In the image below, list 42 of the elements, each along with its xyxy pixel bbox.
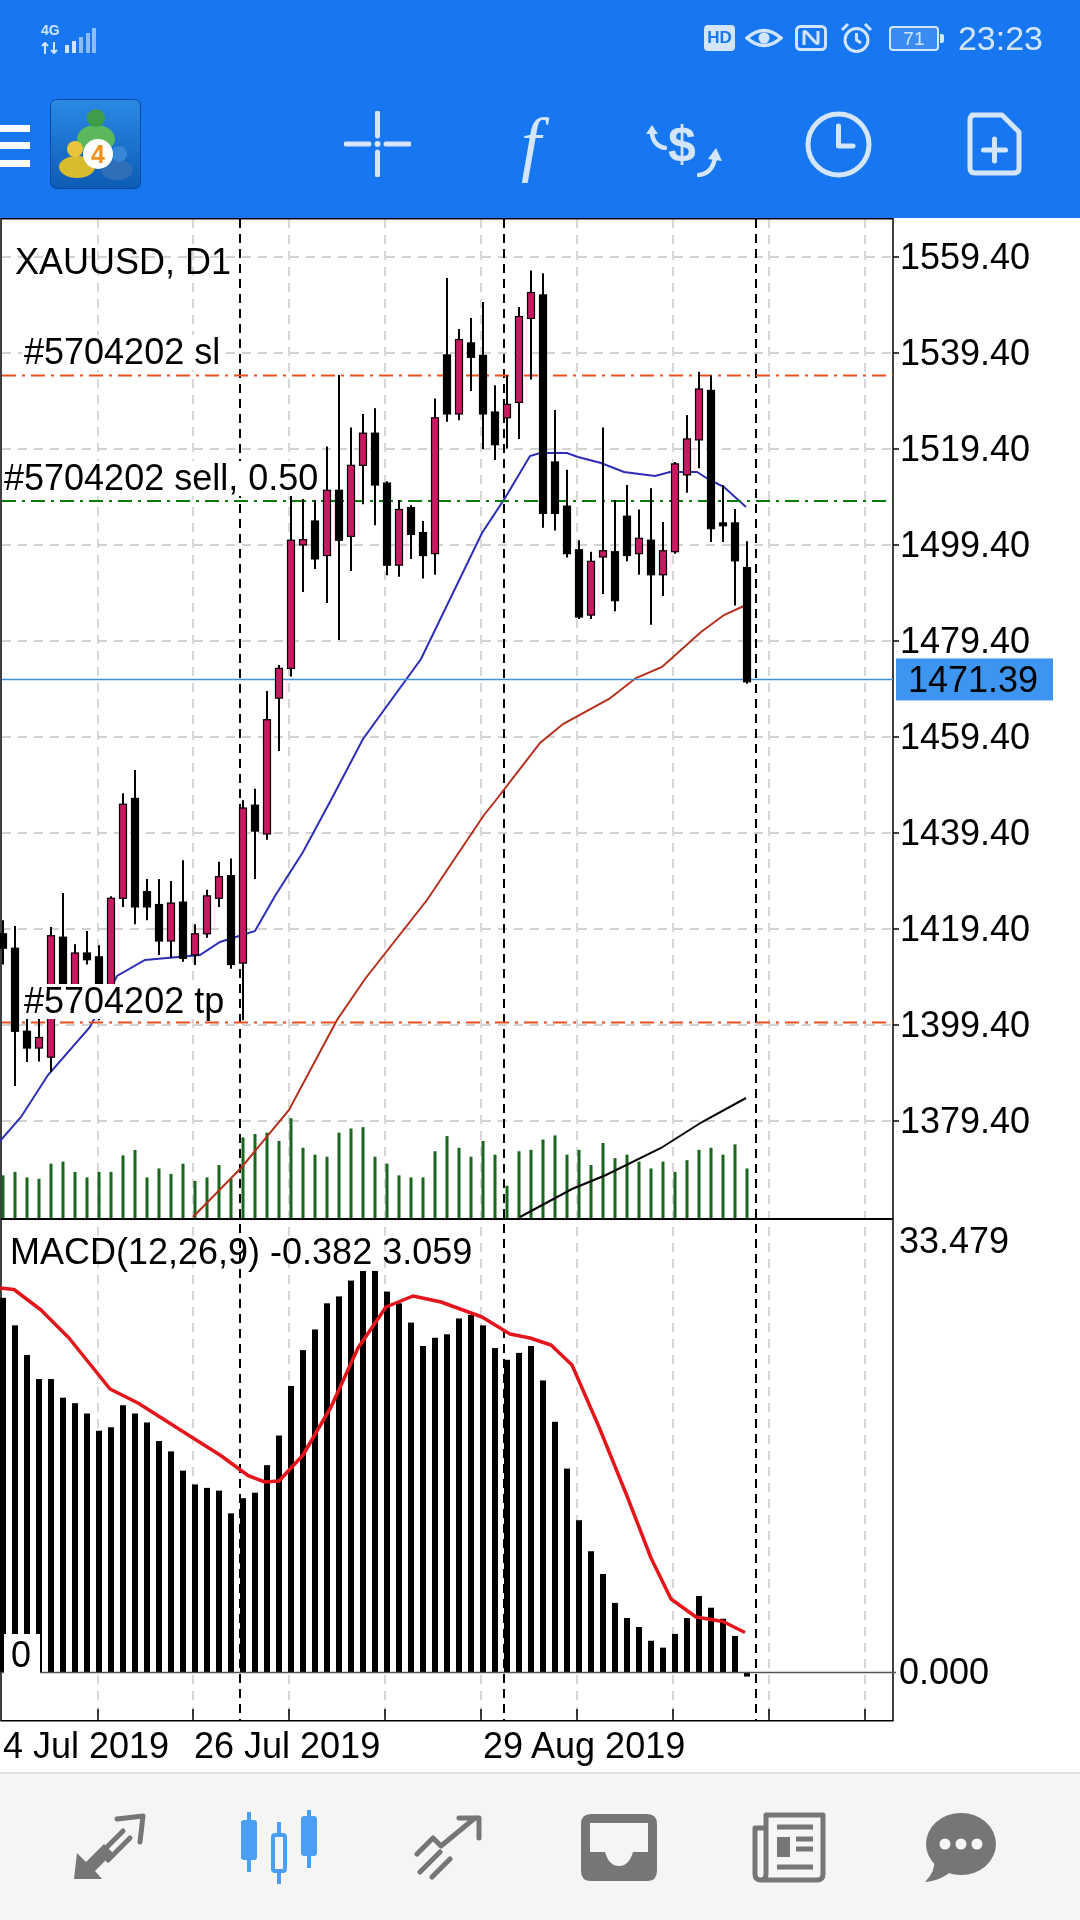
network-type-label: 4G: [41, 22, 60, 37]
crosshair-icon[interactable]: [344, 111, 411, 177]
menu-icon[interactable]: [0, 125, 30, 167]
price-axis-label: 1439.40: [900, 812, 1031, 853]
date-axis-label: 26 Jul 2019: [194, 1725, 381, 1766]
price-axis-label: 1519.40: [900, 428, 1031, 469]
indicator-axis-label: 0.000: [899, 1651, 990, 1692]
indicators-button[interactable]: f: [499, 102, 563, 186]
curved-arrow-icon: [696, 147, 722, 177]
hd-badge: HD: [704, 25, 735, 51]
alarm-icon: [839, 22, 873, 54]
chart-symbol-label: XAUUSD, D1: [15, 241, 232, 282]
price-axis-label: 1399.40: [900, 1004, 1031, 1045]
signal-icon: [65, 27, 96, 53]
eye-icon: [744, 26, 783, 50]
candlestick-icon[interactable]: [240, 1810, 318, 1884]
new-document-icon[interactable]: [966, 112, 1022, 176]
indicator-axis-label: 33.479: [899, 1220, 1010, 1261]
data-arrows-icon: [41, 41, 61, 54]
zero-value-tag: 0: [4, 1634, 40, 1675]
inbox-icon[interactable]: [581, 1813, 657, 1881]
date-axis-label: 4 Jul 2019: [3, 1725, 170, 1766]
curved-arrow-icon: [646, 123, 667, 150]
nfc-icon: [794, 25, 827, 51]
newspaper-icon[interactable]: [750, 1810, 828, 1884]
app-logo: 4: [50, 99, 141, 189]
indicator-title: MACD(12,26,9) -0.382 3.059: [10, 1231, 473, 1272]
price-axis-label: 1499.40: [900, 524, 1031, 565]
clock-icon[interactable]: [804, 110, 872, 178]
price-axis-label: 1479.40: [900, 620, 1031, 661]
price-axis-label: 1559.40: [900, 236, 1031, 277]
price-axis-label: 1419.40: [900, 908, 1031, 949]
trade-button[interactable]: $: [646, 111, 722, 177]
price-axis-label: 1539.40: [900, 332, 1031, 373]
current-price-tag: 1471.39: [896, 658, 1053, 701]
price-axis-label: 1379.40: [900, 1100, 1031, 1141]
battery-indicator: 71: [888, 25, 944, 51]
chat-icon[interactable]: [922, 1812, 996, 1882]
date-axis-label: 29 Aug 2019: [483, 1725, 686, 1766]
clock-time: 23:23: [957, 18, 1043, 58]
price-axis-label: 1459.40: [900, 716, 1031, 757]
diagonal-arrows-icon[interactable]: [72, 1813, 146, 1881]
